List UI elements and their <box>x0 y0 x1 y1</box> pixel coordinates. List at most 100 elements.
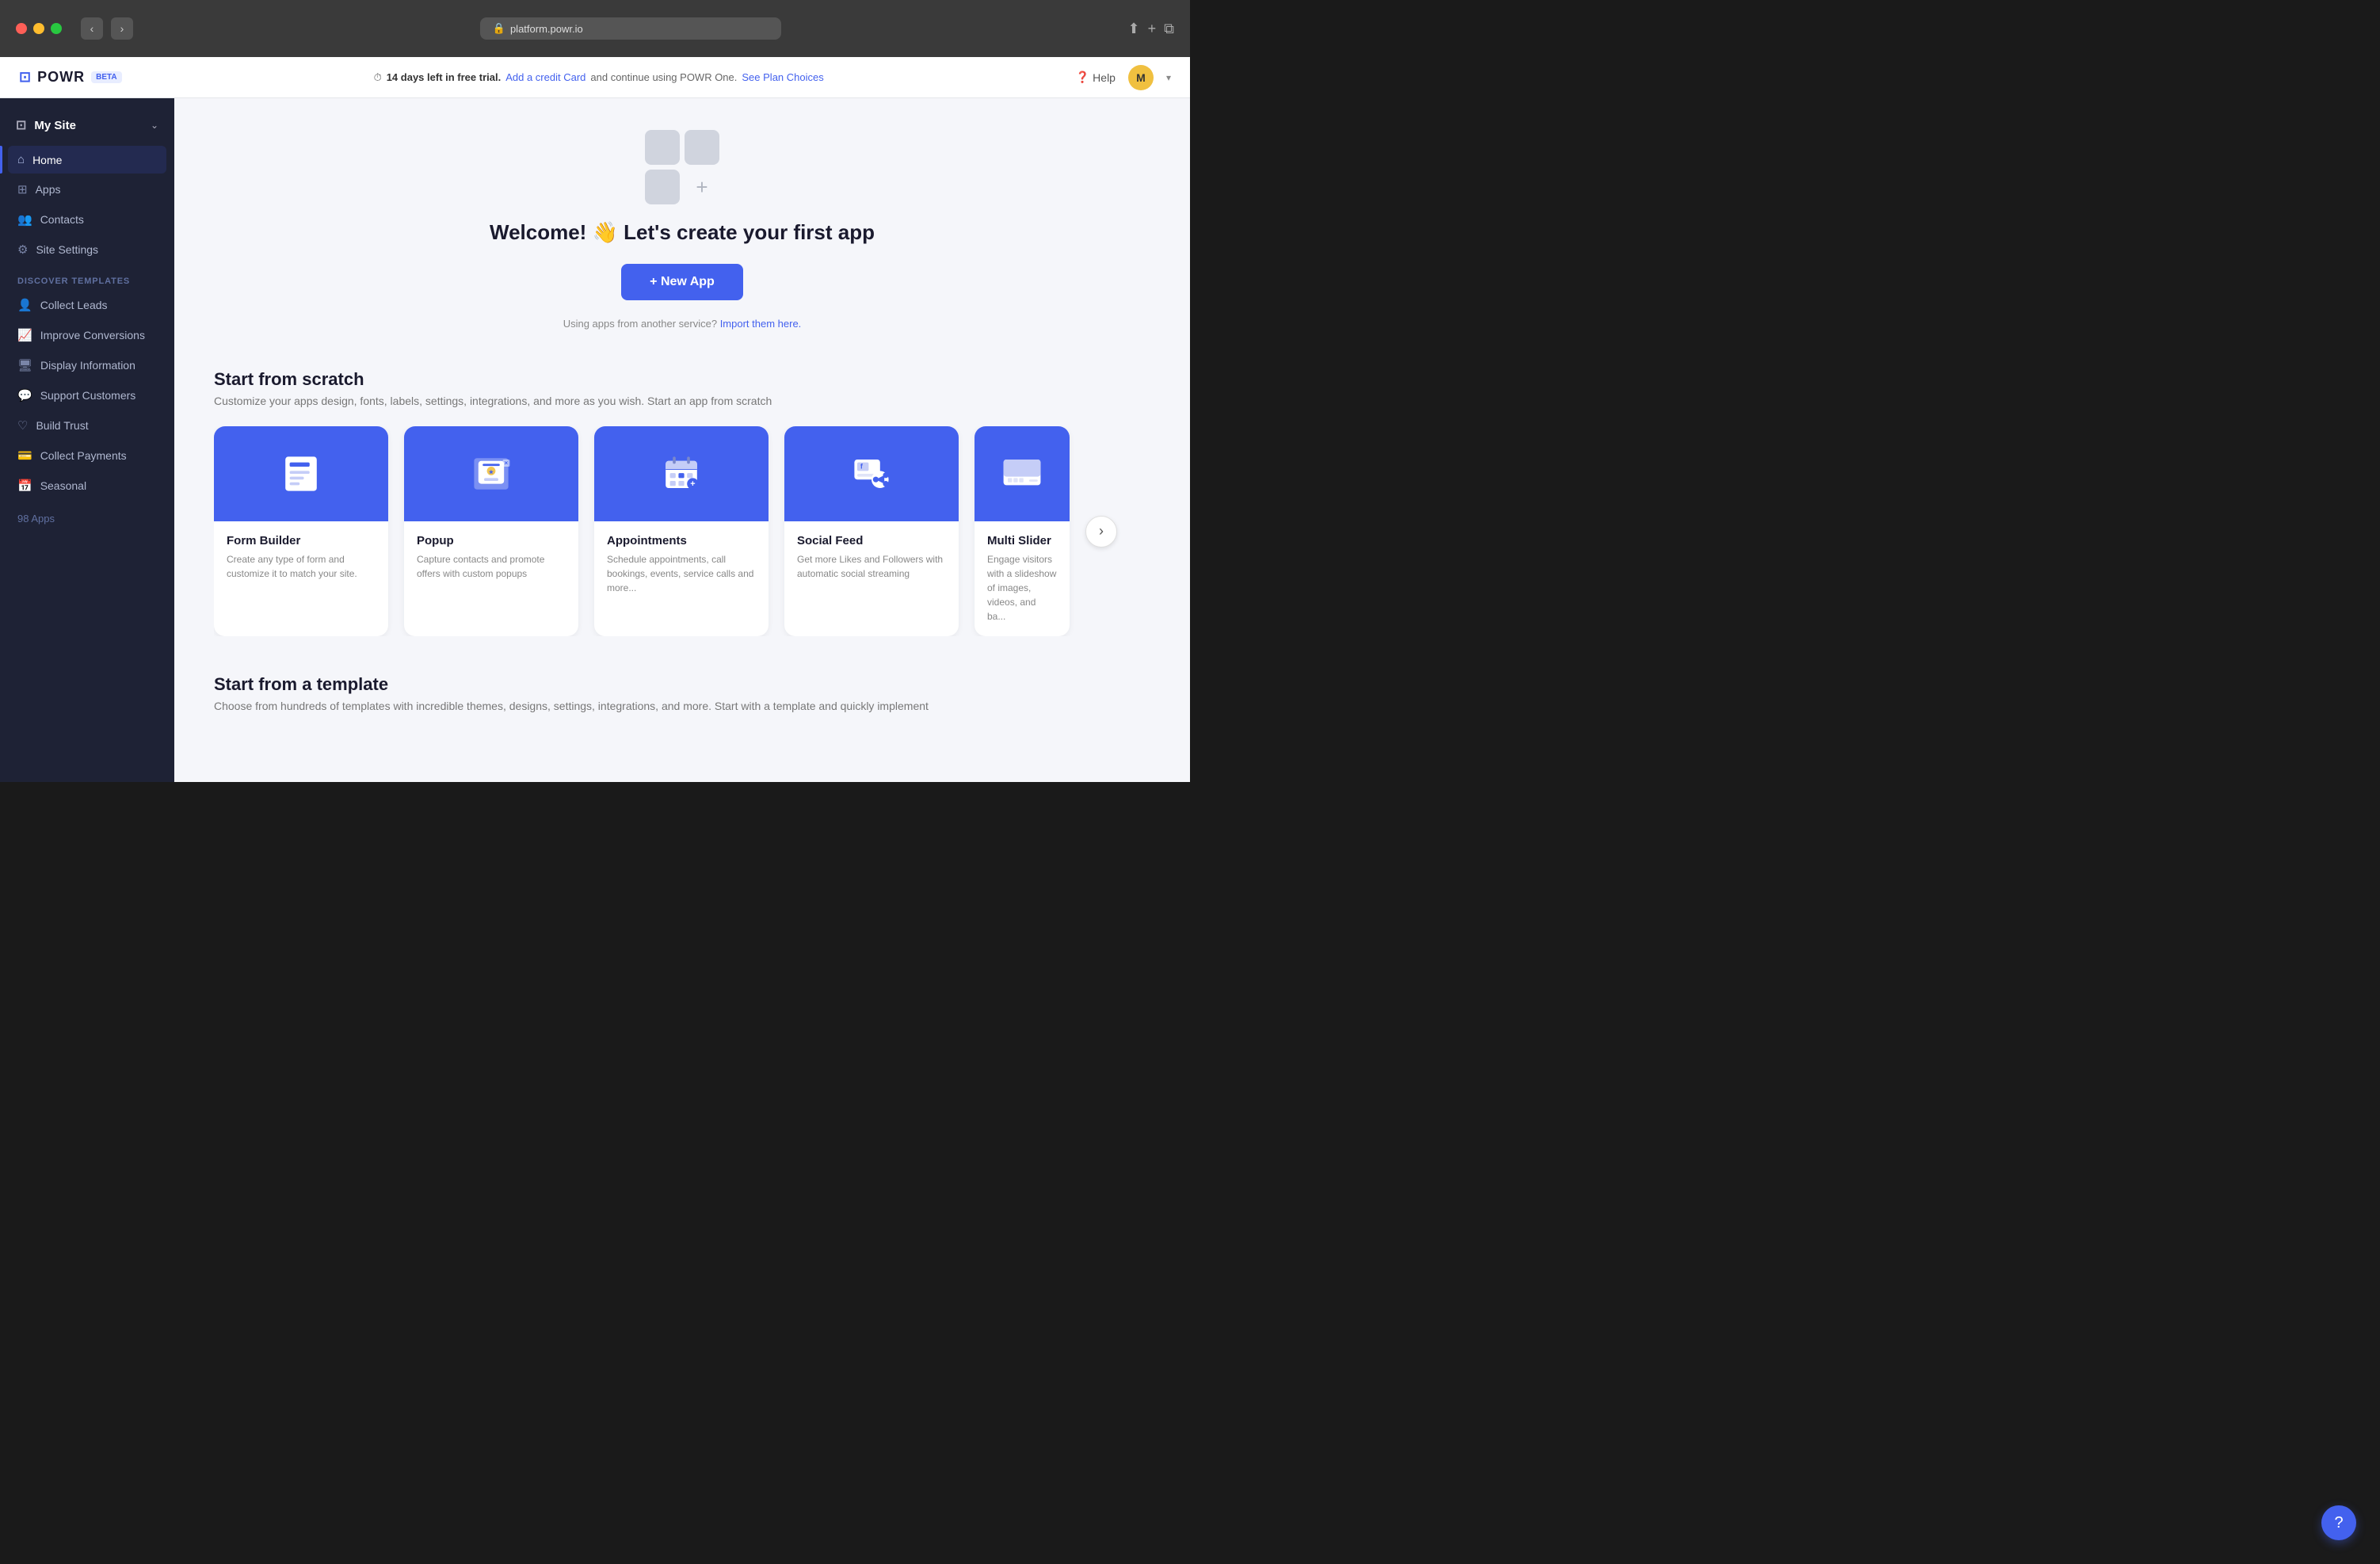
share-button[interactable]: ⬆ <box>1128 21 1140 37</box>
svg-text:★: ★ <box>488 468 494 475</box>
logo-icon: ⊡ <box>19 69 31 86</box>
app-card-social-feed[interactable]: f Social Feed Get more Likes and Followe… <box>784 426 959 636</box>
browser-actions: ⬆ + ⧉ <box>1128 21 1174 37</box>
payments-icon: 💳 <box>17 448 32 463</box>
settings-icon: ⚙ <box>17 242 28 257</box>
multi-slider-icon <box>1001 452 1043 495</box>
appointments-name: Appointments <box>607 534 756 547</box>
lock-icon: 🔒 <box>493 22 505 35</box>
traffic-light-yellow[interactable] <box>33 23 44 34</box>
form-builder-thumb <box>214 426 388 521</box>
carousel-next-button[interactable]: › <box>1085 516 1117 547</box>
sidebar-item-display-information[interactable]: 🖥 Display Information <box>8 351 166 380</box>
beta-badge: BETA <box>91 71 121 83</box>
popup-icon: ★ × <box>470 452 513 495</box>
sidebar-item-support-customers[interactable]: 💬 Support Customers <box>8 381 166 410</box>
logo-text: POWR <box>37 69 85 86</box>
sidebar-item-improve-conversions[interactable]: 📈 Improve Conversions <box>8 321 166 349</box>
top-bar: ⊡ POWR BETA ⏱ 14 days left in free trial… <box>0 57 1190 98</box>
browser-chrome: ‹ › 🔒 platform.powr.io ⬆ + ⧉ <box>0 0 1190 57</box>
social-feed-desc: Get more Likes and Followers with automa… <box>797 552 946 581</box>
sidebar-apps-label: Apps <box>36 183 61 196</box>
sidebar-item-seasonal[interactable]: 📅 Seasonal <box>8 471 166 500</box>
collect-leads-icon: 👤 <box>17 298 32 312</box>
seasonal-icon: 📅 <box>17 479 32 493</box>
url-text: platform.powr.io <box>510 23 583 35</box>
app-card-form-builder[interactable]: Form Builder Create any type of form and… <box>214 426 388 636</box>
display-icon: 🖥 <box>17 358 32 372</box>
avatar-chevron[interactable]: ▾ <box>1166 72 1171 83</box>
popup-name: Popup <box>417 534 566 547</box>
contacts-icon: 👥 <box>17 212 32 227</box>
home-icon: ⌂ <box>17 153 25 166</box>
sidebar-nav: ⌂ Home ⊞ Apps 👥 Contacts ⚙ Site Settings <box>0 146 174 264</box>
form-builder-body: Form Builder Create any type of form and… <box>214 521 388 593</box>
tabs-button[interactable]: ⧉ <box>1164 21 1174 37</box>
sidebar-seasonal-label: Seasonal <box>40 479 86 492</box>
improve-conversions-icon: 📈 <box>17 328 32 342</box>
social-feed-name: Social Feed <box>797 534 946 547</box>
app-card-multi-slider[interactable]: Multi Slider Engage visitors with a slid… <box>975 426 1070 636</box>
see-plan-choices-link[interactable]: See Plan Choices <box>742 71 823 83</box>
new-tab-button[interactable]: + <box>1148 21 1157 37</box>
forward-button[interactable]: › <box>111 17 133 40</box>
days-left-text: 14 days left in free trial. <box>387 71 502 83</box>
sidebar-item-contacts[interactable]: 👥 Contacts <box>8 205 166 234</box>
popup-thumb: ★ × <box>404 426 578 521</box>
form-builder-desc: Create any type of form and customize it… <box>227 552 376 581</box>
multi-slider-desc: Engage visitors with a slideshow of imag… <box>987 552 1057 624</box>
popup-body: Popup Capture contacts and promote offer… <box>404 521 578 593</box>
trial-middle-text: and continue using POWR One. <box>590 71 737 83</box>
app-container: ⊡ POWR BETA ⏱ 14 days left in free trial… <box>0 57 1190 782</box>
help-icon: ❓ <box>1076 71 1089 84</box>
discover-templates-label: DISCOVER TEMPLATES <box>0 264 174 291</box>
apps-row: Form Builder Create any type of form and… <box>214 426 1150 636</box>
grid-cell-1 <box>645 130 680 165</box>
new-app-button[interactable]: + New App <box>621 264 743 300</box>
sidebar-item-home[interactable]: ⌂ Home <box>8 146 166 174</box>
welcome-icon-grid: + <box>645 130 719 204</box>
sidebar-settings-label: Site Settings <box>36 243 98 256</box>
traffic-light-green[interactable] <box>51 23 62 34</box>
help-button[interactable]: ❓ Help <box>1076 71 1116 84</box>
sidebar-item-collect-leads[interactable]: 👤 Collect Leads <box>8 291 166 319</box>
sidebar-discover-nav: 👤 Collect Leads 📈 Improve Conversions 🖥 … <box>0 291 174 500</box>
sidebar-support-label: Support Customers <box>40 389 136 402</box>
template-title: Start from a template <box>214 674 1150 695</box>
trial-icon: ⏱ <box>374 71 382 84</box>
import-link[interactable]: Import them here. <box>720 318 802 330</box>
grid-cell-plus: + <box>685 170 719 204</box>
appointments-body: Appointments Schedule appointments, call… <box>594 521 769 608</box>
help-float-button[interactable]: ? <box>2321 1505 2356 1540</box>
back-button[interactable]: ‹ <box>81 17 103 40</box>
trial-banner: ⏱ 14 days left in free trial. Add a cred… <box>122 71 1076 84</box>
app-card-popup[interactable]: ★ × Popup Capture contacts and promote o… <box>404 426 578 636</box>
add-credit-card-link[interactable]: Add a credit Card <box>505 71 585 83</box>
avatar-letter: M <box>1136 71 1146 84</box>
template-desc: Choose from hundreds of templates with i… <box>214 700 1150 712</box>
app-card-appointments[interactable]: + Appointments Schedule appointments, ca… <box>594 426 769 636</box>
apps-count: 98 Apps <box>0 500 174 537</box>
welcome-title: Welcome! 👋 Let's create your first app <box>490 220 875 245</box>
sidebar-improve-label: Improve Conversions <box>40 329 145 341</box>
scratch-section: Start from scratch Customize your apps d… <box>214 369 1150 636</box>
support-icon: 💬 <box>17 388 32 402</box>
sidebar-item-site-settings[interactable]: ⚙ Site Settings <box>8 235 166 264</box>
sidebar-item-collect-payments[interactable]: 💳 Collect Payments <box>8 441 166 470</box>
site-chevron: ⌄ <box>151 120 158 131</box>
user-avatar[interactable]: M <box>1128 65 1154 90</box>
sidebar-contacts-label: Contacts <box>40 213 84 226</box>
build-trust-icon: ♡ <box>17 418 28 433</box>
svg-text:+: + <box>690 479 695 489</box>
traffic-light-red[interactable] <box>16 23 27 34</box>
appointments-desc: Schedule appointments, call bookings, ev… <box>607 552 756 595</box>
traffic-lights <box>16 23 62 34</box>
address-bar[interactable]: 🔒 platform.powr.io <box>480 17 781 40</box>
sidebar-item-build-trust[interactable]: ♡ Build Trust <box>8 411 166 440</box>
sidebar-item-apps[interactable]: ⊞ Apps <box>8 175 166 204</box>
site-name-label: My Site <box>34 119 76 132</box>
appointments-icon: + <box>660 452 703 495</box>
social-feed-icon: f <box>850 452 893 495</box>
sidebar-site-selector[interactable]: ⊡ My Site ⌄ <box>0 111 174 146</box>
apps-icon: ⊞ <box>17 182 28 196</box>
